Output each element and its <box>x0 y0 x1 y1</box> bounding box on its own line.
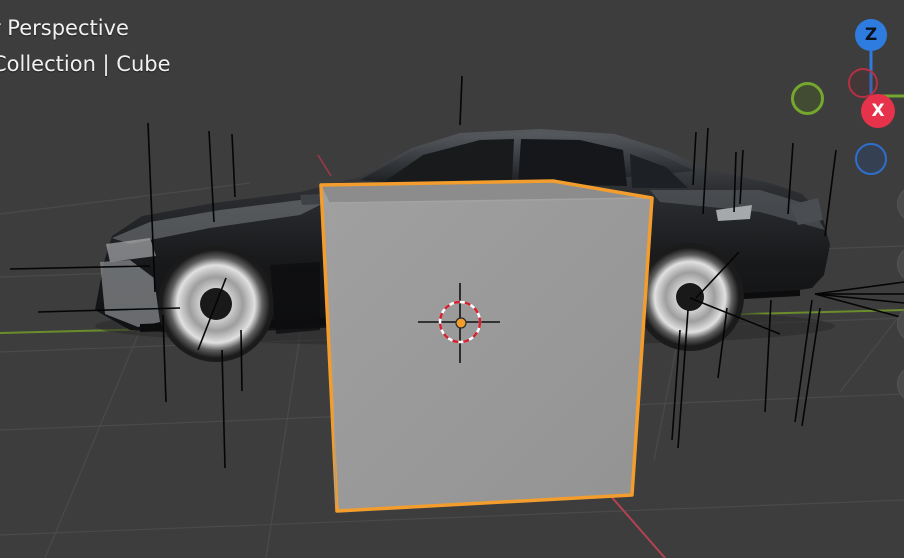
gizmo-x-axis[interactable]: X <box>861 94 895 128</box>
viewport-view-label: r Perspective <box>0 16 129 40</box>
object-origin <box>455 317 467 329</box>
gizmo-z-axis[interactable]: Z <box>855 19 887 51</box>
gizmo-negative-z[interactable] <box>855 143 887 175</box>
viewport-scene[interactable] <box>0 0 904 558</box>
selected-cube[interactable] <box>319 179 654 513</box>
gizmo-negative-y[interactable] <box>791 82 824 115</box>
3d-viewport[interactable]: r Perspective Collection | Cube Z X <box>0 0 904 558</box>
viewport-collection-label: Collection | Cube <box>0 52 171 76</box>
